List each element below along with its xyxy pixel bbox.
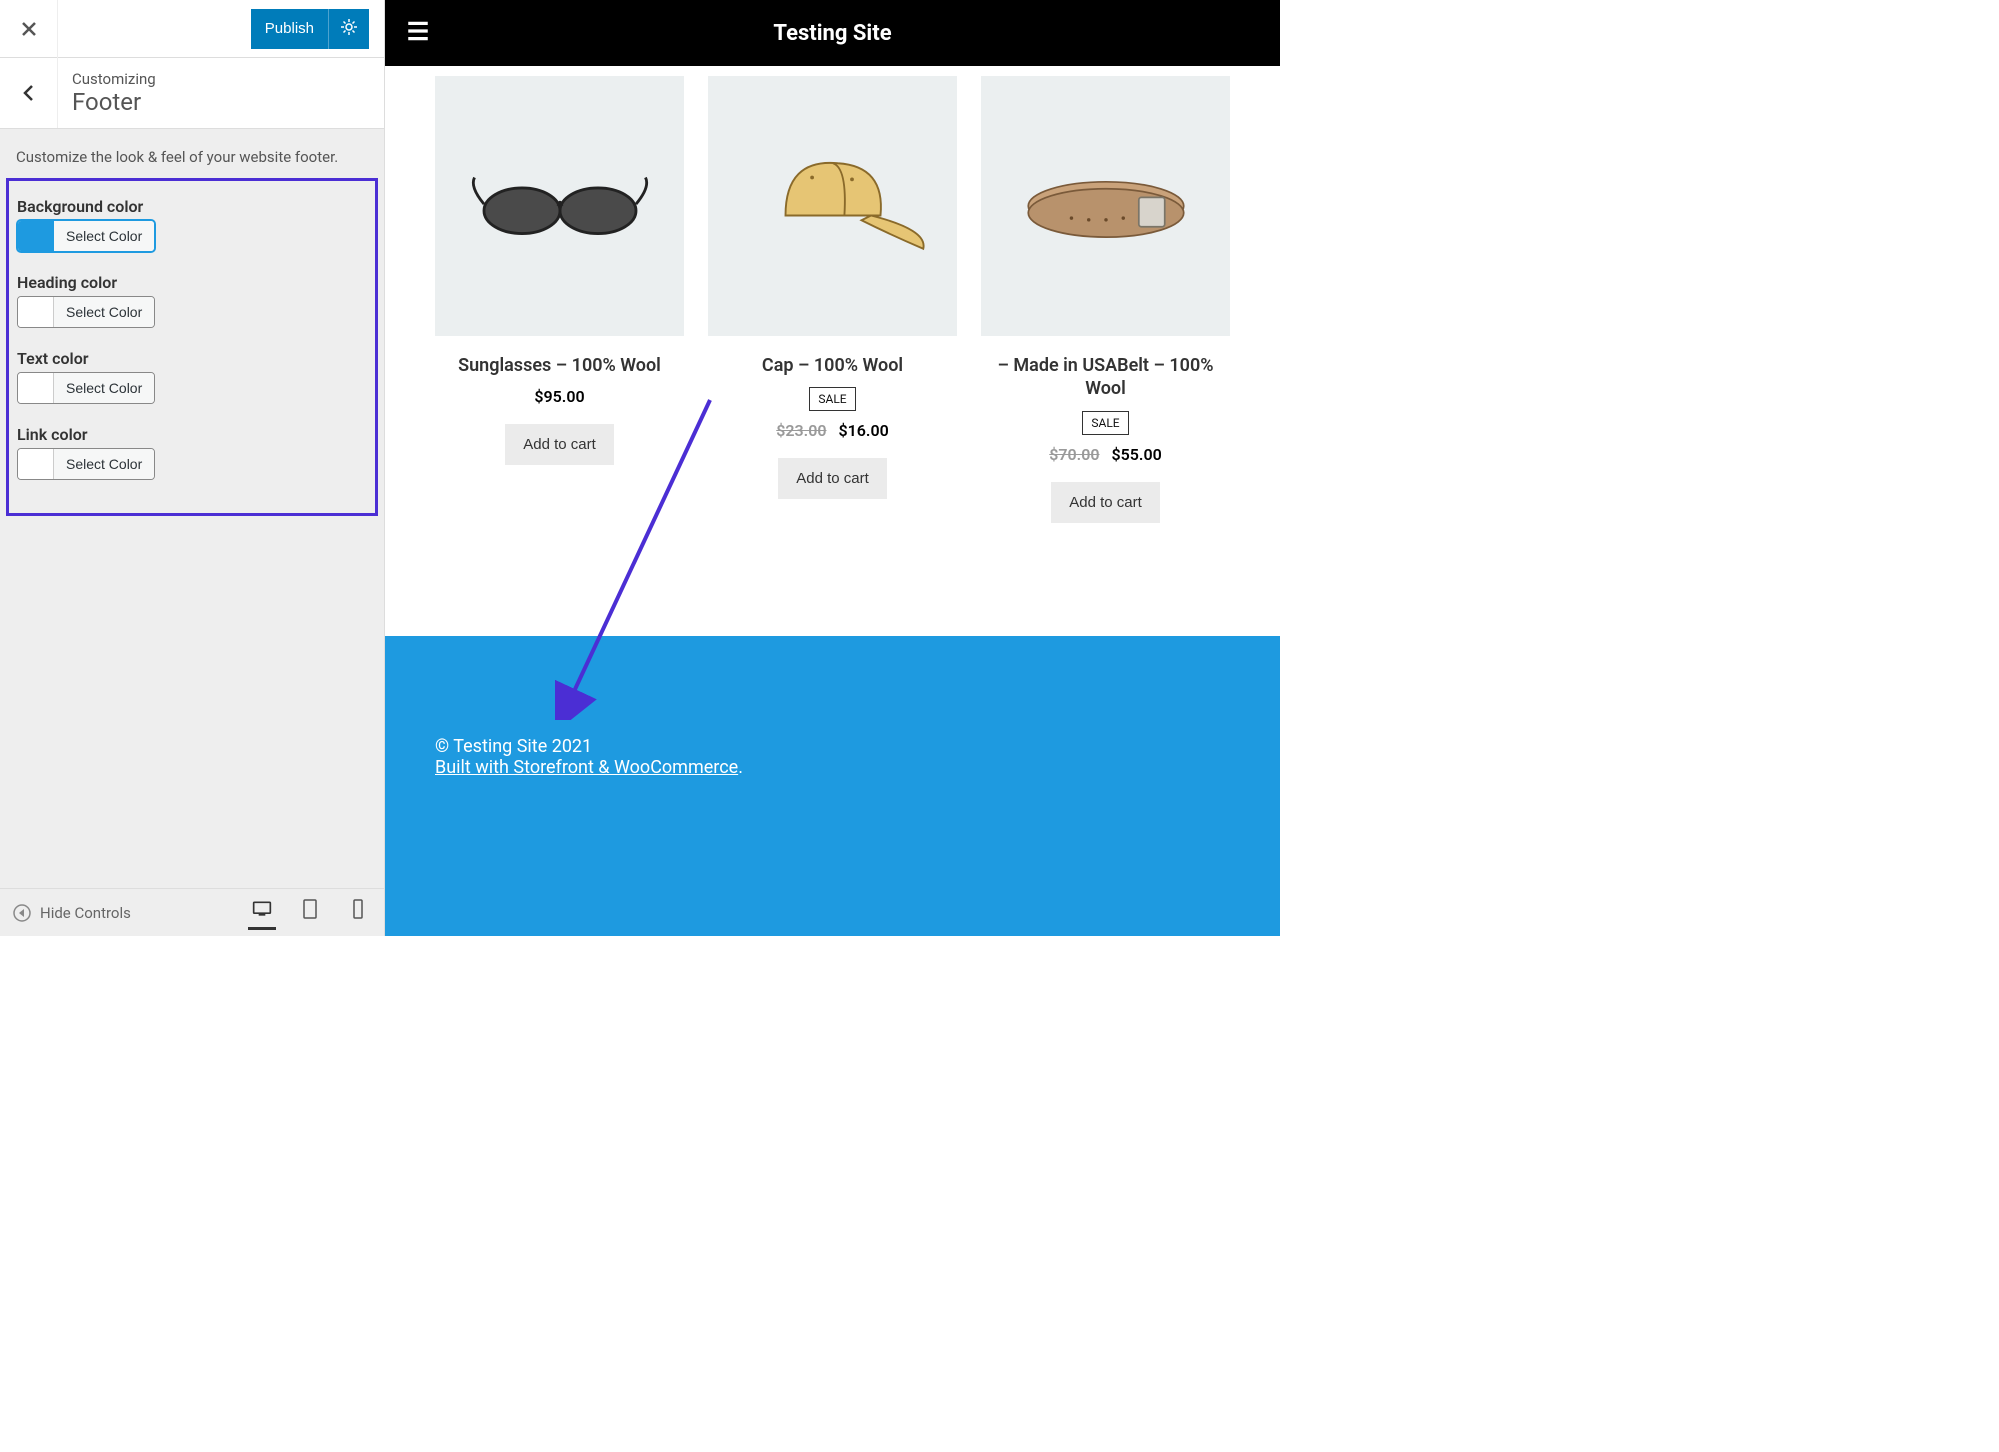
chevron-left-icon [19, 83, 39, 103]
heading-color-control: Heading color Select Color [17, 273, 367, 331]
background-color-control: Background color Select Color [17, 197, 367, 255]
color-picker[interactable]: Select Color [17, 448, 155, 480]
current-price: $16.00 [838, 421, 888, 440]
old-price: $23.00 [776, 421, 826, 440]
tablet-preview-button[interactable] [296, 895, 324, 930]
customizer-footer: Hide Controls [0, 888, 384, 936]
close-button[interactable] [0, 0, 58, 58]
tablet-icon [300, 899, 320, 919]
cap-illustration-icon [738, 136, 928, 276]
select-color-button[interactable]: Select Color [54, 373, 154, 403]
control-label: Text color [17, 349, 367, 368]
section-header: Customizing Footer [0, 58, 384, 129]
publish-settings-button[interactable] [328, 9, 369, 49]
site-footer: © Testing Site 2021 Built with Storefron… [385, 636, 1280, 936]
mobile-icon [348, 899, 368, 919]
product-title: Cap – 100% Wool [708, 354, 957, 377]
product-grid: Sunglasses – 100% Wool $95.00 Add to car… [385, 66, 1280, 636]
add-to-cart-button[interactable]: Add to cart [778, 458, 887, 499]
color-swatch-icon [18, 449, 54, 479]
device-toggles [248, 895, 372, 930]
add-to-cart-button[interactable]: Add to cart [505, 424, 614, 465]
product-image [435, 76, 684, 336]
footer-copyright: © Testing Site 2021 [435, 736, 1230, 757]
color-picker[interactable]: Select Color [17, 220, 155, 252]
mobile-preview-button[interactable] [344, 895, 372, 930]
customizer-sidebar: Publish Customizing Footer Customize the… [0, 0, 385, 936]
hamburger-icon [405, 18, 431, 44]
color-swatch-icon [18, 373, 54, 403]
select-color-button[interactable]: Select Color [54, 221, 154, 251]
product-card[interactable]: Cap – 100% Wool SALE $23.00 $16.00 Add t… [708, 76, 957, 499]
color-swatch-icon [18, 221, 54, 251]
sunglasses-illustration-icon [465, 136, 655, 276]
select-color-button[interactable]: Select Color [54, 297, 154, 327]
section-description: Customize the look & feel of your websit… [0, 129, 384, 178]
color-picker[interactable]: Select Color [17, 372, 155, 404]
site-header: Testing Site [385, 0, 1280, 66]
control-label: Background color [17, 197, 367, 216]
publish-button[interactable]: Publish [251, 9, 328, 49]
gear-icon [339, 17, 359, 37]
menu-button[interactable] [405, 18, 431, 48]
product-title: Sunglasses – 100% Wool [435, 354, 684, 377]
color-swatch-icon [18, 297, 54, 327]
product-card[interactable]: Sunglasses – 100% Wool $95.00 Add to car… [435, 76, 684, 465]
select-color-button[interactable]: Select Color [54, 449, 154, 479]
product-prices: $23.00 $16.00 [708, 421, 957, 440]
control-label: Heading color [17, 273, 367, 292]
collapse-icon [12, 903, 32, 923]
text-color-control: Text color Select Color [17, 349, 367, 407]
product-card[interactable]: – Made in USABelt – 100% Wool SALE $70.0… [981, 76, 1230, 523]
desktop-icon [252, 899, 272, 919]
control-label: Link color [17, 425, 367, 444]
section-title: Footer [72, 88, 156, 116]
customizer-top-bar: Publish [0, 0, 384, 58]
annotation-highlight: Background color Select Color Heading co… [6, 178, 378, 516]
close-icon [19, 19, 39, 39]
footer-built-with-link[interactable]: Built with Storefront & WooCommerce [435, 757, 738, 778]
product-price: $95.00 [435, 387, 684, 406]
hide-controls-label: Hide Controls [40, 904, 131, 922]
old-price: $70.00 [1049, 445, 1099, 464]
customizing-label: Customizing [72, 70, 156, 88]
product-prices: $70.00 $55.00 [981, 445, 1230, 464]
belt-illustration-icon [1011, 136, 1201, 276]
current-price: $55.00 [1111, 445, 1161, 464]
add-to-cart-button[interactable]: Add to cart [1051, 482, 1160, 523]
sale-badge: SALE [1082, 411, 1128, 435]
hide-controls-button[interactable]: Hide Controls [12, 903, 131, 923]
site-preview: Testing Site Sunglasses – 100% Wool $95.… [385, 0, 1280, 936]
site-title[interactable]: Testing Site [773, 21, 891, 46]
link-color-control: Link color Select Color [17, 425, 367, 483]
product-image [981, 76, 1230, 336]
product-image [708, 76, 957, 336]
color-picker[interactable]: Select Color [17, 296, 155, 328]
back-button[interactable] [0, 58, 58, 128]
product-title: – Made in USABelt – 100% Wool [981, 354, 1230, 401]
footer-trailing: . [738, 757, 743, 778]
sale-badge: SALE [809, 387, 855, 411]
desktop-preview-button[interactable] [248, 895, 276, 930]
